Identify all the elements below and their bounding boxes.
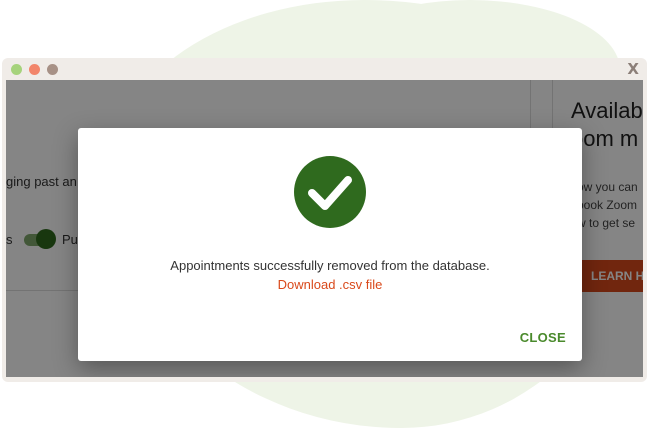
window-close-icon[interactable]: X bbox=[627, 60, 639, 78]
close-button[interactable]: CLOSE bbox=[520, 330, 566, 345]
check-circle-icon bbox=[294, 156, 366, 228]
app-window: X ging past an s Pu Availabl oom m ow yo… bbox=[2, 58, 647, 382]
window-dot-orange[interactable] bbox=[29, 64, 40, 75]
window-content: ging past an s Pu Availabl oom m ow you … bbox=[6, 80, 643, 377]
title-bar: X bbox=[2, 58, 647, 80]
window-dot-green[interactable] bbox=[11, 64, 22, 75]
success-message: Appointments successfully removed from t… bbox=[170, 258, 490, 273]
download-csv-link[interactable]: Download .csv file bbox=[78, 277, 582, 292]
window-dot-gray[interactable] bbox=[47, 64, 58, 75]
success-dialog: Appointments successfully removed from t… bbox=[78, 128, 582, 361]
